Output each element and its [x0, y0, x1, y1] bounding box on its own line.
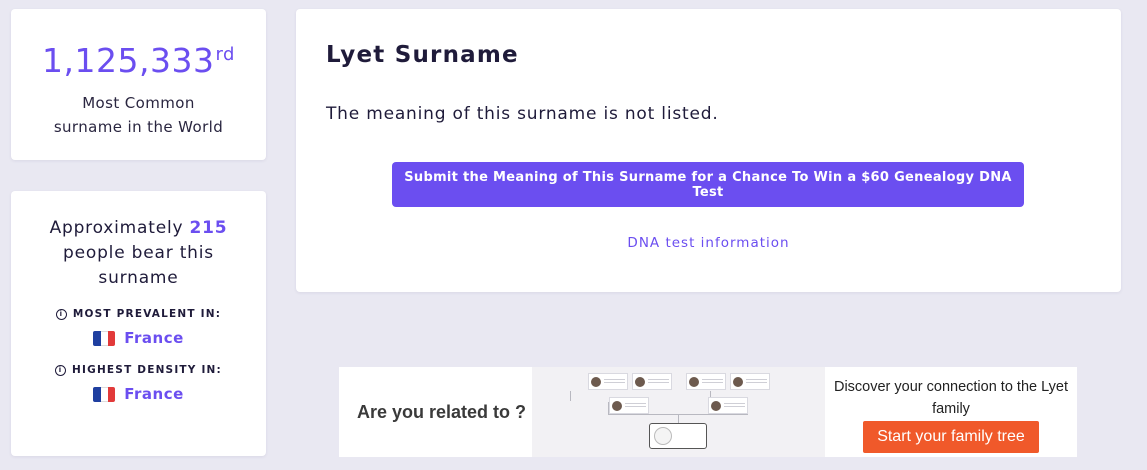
rank-label-line2: surname in the World [53, 118, 224, 136]
tree-node [588, 373, 628, 390]
tree-node [686, 373, 726, 390]
tree-node [632, 373, 672, 390]
rank-suffix: rd [215, 44, 235, 65]
rank-card: 1,125,333rd Most Common surname in the W… [11, 9, 266, 160]
ad-cta: Discover your connection to the Lyet fam… [825, 367, 1077, 457]
surname-card: Lyet Surname The meaning of this surname… [296, 9, 1121, 292]
submit-meaning-button[interactable]: Submit the Meaning of This Surname for a… [392, 162, 1024, 207]
france-flag-icon [93, 330, 116, 346]
family-tree-ad[interactable]: Are you related to ? Discover your conne… [339, 367, 1077, 457]
people-count: 215 [189, 218, 228, 238]
meaning-text: The meaning of this surname is not liste… [326, 104, 719, 124]
highest-density-country[interactable]: France [11, 385, 266, 403]
tree-node [609, 397, 649, 414]
info-icon: i [55, 364, 67, 376]
dna-test-info-link[interactable]: DNA test information [296, 235, 1121, 251]
tree-root-node [649, 423, 707, 449]
tree-node [730, 373, 770, 390]
rank-number: 1,125,333rd [42, 41, 235, 80]
highest-density-heading: i HIGHEST DENSITY IN: [11, 364, 266, 376]
tree-node [708, 397, 748, 414]
start-family-tree-button[interactable]: Start your family tree [863, 421, 1039, 453]
france-flag-icon [93, 386, 116, 402]
info-icon: i [55, 308, 67, 320]
people-card: Approximately 215 people bear this surna… [11, 191, 266, 456]
most-prevalent-heading: i MOST PREVALENT IN: [11, 308, 266, 320]
ad-question: Are you related to ? [356, 401, 527, 422]
page-title: Lyet Surname [326, 42, 519, 68]
most-prevalent-country[interactable]: France [11, 329, 266, 347]
people-count-text: Approximately 215 people bear this surna… [49, 218, 228, 288]
ad-text: Discover your connection to the Lyet fam… [833, 379, 1068, 417]
family-tree-illustration [532, 367, 825, 457]
rank-label-line1: Most Common [82, 94, 195, 112]
